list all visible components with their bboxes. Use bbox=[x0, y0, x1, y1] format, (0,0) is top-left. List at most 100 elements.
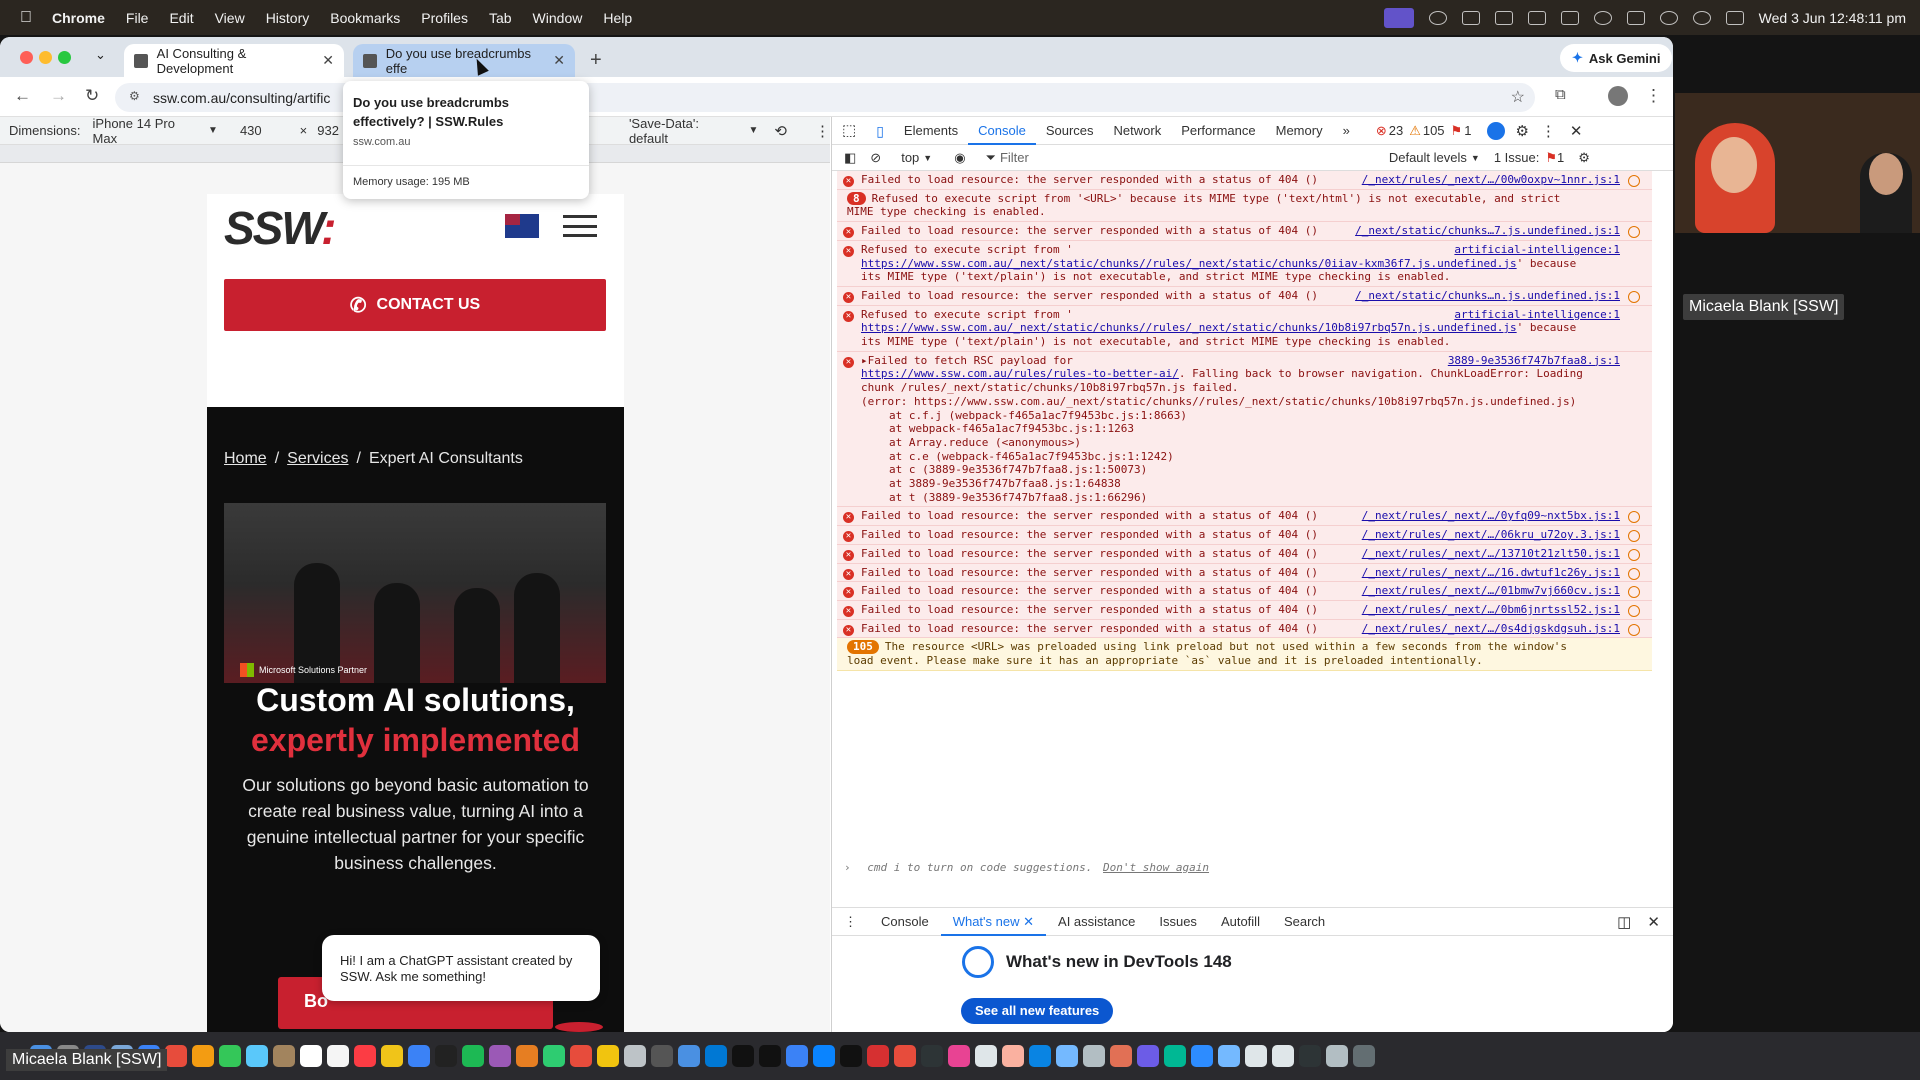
device-select[interactable]: iPhone 14 Pro Max bbox=[93, 116, 203, 146]
inspect-icon[interactable]: ⬚ bbox=[832, 117, 866, 145]
drawer-tab-issues[interactable]: Issues bbox=[1147, 908, 1209, 936]
width-input[interactable]: 430 bbox=[240, 123, 262, 138]
save-data-select[interactable]: 'Save-Data': default bbox=[629, 116, 741, 146]
network-request-icon[interactable] bbox=[1628, 586, 1640, 599]
source-link[interactable]: /_next/rules/_next/…/0s4djgskdgsuh.js:1 bbox=[1362, 622, 1620, 636]
forward-icon[interactable]: → bbox=[50, 86, 67, 106]
stack-trace-line[interactable]: at Array.reduce (<anonymous>) bbox=[861, 436, 1592, 450]
menu-app[interactable]: Chrome bbox=[52, 10, 105, 26]
network-request-icon[interactable] bbox=[1628, 530, 1640, 543]
dock-app-icon[interactable] bbox=[462, 1045, 484, 1067]
control-center-icon[interactable] bbox=[1725, 10, 1744, 25]
dock-app-icon[interactable] bbox=[759, 1045, 781, 1067]
dock-app-icon[interactable] bbox=[489, 1045, 511, 1067]
menu-edit[interactable]: Edit bbox=[169, 10, 193, 26]
issues-count[interactable]: 1 bbox=[1557, 150, 1564, 165]
dock-app-icon[interactable] bbox=[678, 1045, 700, 1067]
dock-app-icon[interactable] bbox=[327, 1045, 349, 1067]
dock-app-icon[interactable] bbox=[840, 1045, 862, 1067]
ssw-logo[interactable]: SSW: bbox=[224, 201, 336, 255]
tab-search-icon[interactable]: ⌄ bbox=[95, 47, 106, 63]
dock-app-icon[interactable] bbox=[219, 1045, 241, 1067]
dock-app-icon[interactable] bbox=[1083, 1045, 1105, 1067]
drawer-tab-whats-new[interactable]: What's new ✕ bbox=[940, 908, 1047, 936]
console-settings-icon[interactable]: ⚙ bbox=[1578, 150, 1590, 166]
source-link[interactable]: /_next/static/chunks…7.js.undefined.js:1 bbox=[1355, 224, 1620, 238]
dock-app-icon[interactable] bbox=[246, 1045, 268, 1067]
dock-side-icon[interactable]: ◫ bbox=[1617, 913, 1631, 931]
breadcrumb-home[interactable]: Home bbox=[224, 450, 267, 467]
source-link[interactable]: /_next/rules/_next/…/0yfq09~nxt5bx.js:1 bbox=[1362, 509, 1620, 523]
tab-network[interactable]: Network bbox=[1104, 117, 1172, 145]
tab-sources[interactable]: Sources bbox=[1036, 117, 1104, 145]
warning-icon[interactable]: ⚠ bbox=[1409, 123, 1421, 139]
stack-trace-line[interactable]: at c.e (webpack-f465a1ac7f9453bc.js:1:12… bbox=[861, 450, 1592, 464]
new-tab-icon[interactable]: + bbox=[590, 49, 602, 72]
network-request-icon[interactable] bbox=[1628, 623, 1640, 636]
zoom-window-button[interactable] bbox=[58, 51, 71, 64]
menu-view[interactable]: View bbox=[215, 10, 245, 26]
dock-app-icon[interactable] bbox=[624, 1045, 646, 1067]
play-icon[interactable] bbox=[1593, 10, 1612, 25]
dock-app-icon[interactable] bbox=[165, 1045, 187, 1067]
source-link[interactable]: artificial-intelligence:1 bbox=[1454, 308, 1620, 322]
shield-icon[interactable] bbox=[1560, 10, 1579, 25]
console-message[interactable]: ✕ Refused to execute script from ' https:/… bbox=[837, 305, 1652, 352]
console-message[interactable]: 105 The resource <URL> was preloaded usin… bbox=[837, 638, 1652, 671]
console-message[interactable]: ✕ Failed to load resource: the server res… bbox=[837, 544, 1652, 564]
clock[interactable]: Wed 3 Jun 12:48:11 pm bbox=[1759, 10, 1906, 26]
dock-app-icon[interactable] bbox=[1164, 1045, 1186, 1067]
issues-flag-icon[interactable]: ⚑ bbox=[1451, 123, 1463, 139]
source-link[interactable]: /_next/rules/_next/…/01bmw7vj660cv.js:1 bbox=[1362, 584, 1620, 598]
source-link[interactable]: /_next/rules/_next/…/0bm6jnrtssl52.js:1 bbox=[1362, 603, 1620, 617]
console-message[interactable]: ✕ ▸Failed to fetch RSC payload for https:/… bbox=[837, 351, 1652, 508]
context-select[interactable]: top bbox=[901, 150, 919, 165]
console-message[interactable]: ✕ Failed to load resource: the server res… bbox=[837, 222, 1652, 241]
wifi-icon[interactable] bbox=[1659, 10, 1678, 25]
drawer-tab-console[interactable]: Console bbox=[869, 908, 941, 936]
settings-gear-icon[interactable]: ⚙ bbox=[1515, 122, 1528, 140]
dock-app-icon[interactable] bbox=[1110, 1045, 1132, 1067]
dock-app-icon[interactable] bbox=[1137, 1045, 1159, 1067]
menu-profiles[interactable]: Profiles bbox=[421, 10, 468, 26]
dock-app-icon[interactable] bbox=[1029, 1045, 1051, 1067]
dock-app-icon[interactable] bbox=[732, 1045, 754, 1067]
close-tab-icon[interactable]: ✕ bbox=[322, 52, 334, 69]
tab-performance[interactable]: Performance bbox=[1171, 117, 1265, 145]
dock-app-icon[interactable] bbox=[543, 1045, 565, 1067]
source-link[interactable]: /_next/static/chunks…n.js.undefined.js:1 bbox=[1355, 289, 1620, 303]
stack-trace-line[interactable]: at c (3889-9e3536f747b7faa8.js:1:50073) bbox=[861, 463, 1592, 477]
issues-flag-count[interactable]: 1 bbox=[1464, 123, 1471, 138]
issues-label[interactable]: 1 Issue: bbox=[1494, 150, 1540, 165]
dock-app-icon[interactable] bbox=[381, 1045, 403, 1067]
stack-trace-line[interactable]: at 3889-9e3536f747b7faa8.js:1:64838 bbox=[861, 477, 1592, 491]
site-info-icon[interactable]: ⚙ bbox=[129, 89, 140, 103]
dock-app-icon[interactable] bbox=[1299, 1045, 1321, 1067]
dock-app-icon[interactable] bbox=[975, 1045, 997, 1067]
dock-app-icon[interactable] bbox=[786, 1045, 808, 1067]
status-icon[interactable] bbox=[1494, 10, 1513, 25]
dock-app-icon[interactable] bbox=[948, 1045, 970, 1067]
network-request-icon[interactable] bbox=[1628, 511, 1640, 524]
issues-flag-icon[interactable]: ⚑ bbox=[1545, 150, 1557, 166]
dock-app-icon[interactable] bbox=[192, 1045, 214, 1067]
dock-app-icon[interactable] bbox=[1002, 1045, 1024, 1067]
minimize-window-button[interactable] bbox=[39, 51, 52, 64]
status-icon[interactable] bbox=[1428, 10, 1447, 25]
drawer-menu-icon[interactable]: ⋮ bbox=[832, 908, 869, 936]
message-link[interactable]: https://www.ssw.com.au/_next/static/chun… bbox=[861, 321, 1517, 334]
network-request-icon[interactable] bbox=[1628, 567, 1640, 580]
source-link[interactable]: /_next/rules/_next/…/00w0oxpv~1nnr.js:1 bbox=[1362, 173, 1620, 187]
close-devtools-icon[interactable]: ✕ bbox=[1570, 122, 1583, 140]
tab-ai-consulting[interactable]: AI Consulting & Development ✕ bbox=[124, 44, 344, 77]
menu-window[interactable]: Window bbox=[533, 10, 583, 26]
apple-icon[interactable]:  bbox=[0, 9, 52, 27]
console-message[interactable]: 8 Refused to execute script from '<URL>' … bbox=[837, 189, 1652, 223]
cloud-icon[interactable] bbox=[1461, 10, 1480, 25]
dock-app-icon[interactable] bbox=[1326, 1045, 1348, 1067]
console-message[interactable]: ✕ Failed to load resource: the server res… bbox=[837, 600, 1652, 620]
network-request-icon[interactable] bbox=[1628, 226, 1640, 239]
network-request-icon[interactable] bbox=[1628, 175, 1640, 187]
dock-app-icon[interactable] bbox=[1191, 1045, 1213, 1067]
breadcrumb-services[interactable]: Services bbox=[287, 450, 348, 467]
